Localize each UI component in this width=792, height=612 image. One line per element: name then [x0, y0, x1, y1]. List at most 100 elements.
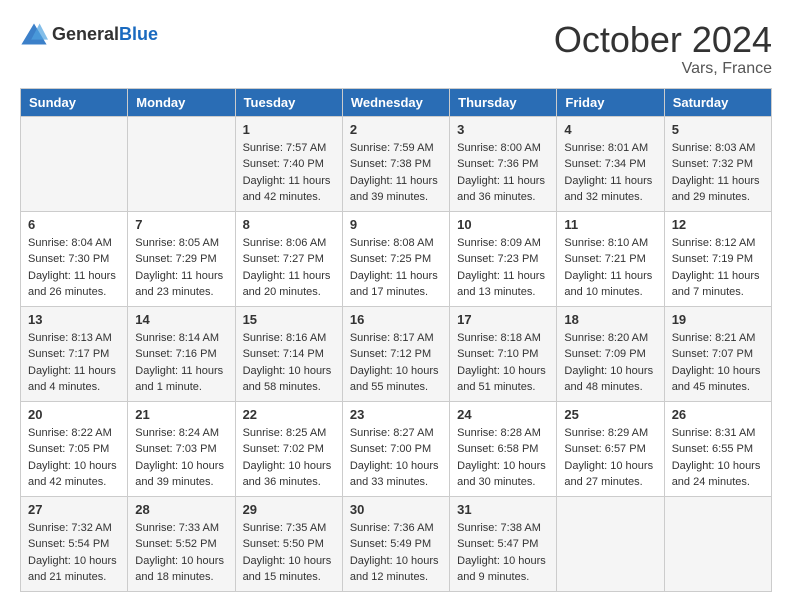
day-info: Sunrise: 8:10 AMSunset: 7:21 PMDaylight:… — [564, 235, 656, 301]
calendar-cell — [128, 116, 235, 211]
day-number: 29 — [243, 502, 335, 517]
day-number: 12 — [672, 217, 764, 232]
day-info: Sunrise: 8:17 AMSunset: 7:12 PMDaylight:… — [350, 330, 442, 396]
weekday-header: Monday — [128, 88, 235, 116]
day-number: 2 — [350, 122, 442, 137]
calendar-cell: 7 Sunrise: 8:05 AMSunset: 7:29 PMDayligh… — [128, 211, 235, 306]
calendar-cell: 31 Sunrise: 7:38 AMSunset: 5:47 PMDaylig… — [450, 496, 557, 591]
calendar-cell: 18 Sunrise: 8:20 AMSunset: 7:09 PMDaylig… — [557, 306, 664, 401]
day-info: Sunrise: 8:00 AMSunset: 7:36 PMDaylight:… — [457, 140, 549, 206]
day-info: Sunrise: 8:09 AMSunset: 7:23 PMDaylight:… — [457, 235, 549, 301]
calendar-cell: 16 Sunrise: 8:17 AMSunset: 7:12 PMDaylig… — [342, 306, 449, 401]
day-info: Sunrise: 8:25 AMSunset: 7:02 PMDaylight:… — [243, 425, 335, 491]
logo-text: GeneralBlue — [52, 24, 158, 45]
day-info: Sunrise: 8:04 AMSunset: 7:30 PMDaylight:… — [28, 235, 120, 301]
day-info: Sunrise: 8:21 AMSunset: 7:07 PMDaylight:… — [672, 330, 764, 396]
day-info: Sunrise: 7:35 AMSunset: 5:50 PMDaylight:… — [243, 520, 335, 586]
day-number: 24 — [457, 407, 549, 422]
day-info: Sunrise: 7:36 AMSunset: 5:49 PMDaylight:… — [350, 520, 442, 586]
calendar-cell: 4 Sunrise: 8:01 AMSunset: 7:34 PMDayligh… — [557, 116, 664, 211]
day-number: 7 — [135, 217, 227, 232]
day-info: Sunrise: 8:14 AMSunset: 7:16 PMDaylight:… — [135, 330, 227, 396]
day-number: 17 — [457, 312, 549, 327]
day-number: 9 — [350, 217, 442, 232]
weekday-header: Friday — [557, 88, 664, 116]
day-info: Sunrise: 7:59 AMSunset: 7:38 PMDaylight:… — [350, 140, 442, 206]
calendar-cell — [21, 116, 128, 211]
day-number: 4 — [564, 122, 656, 137]
logo-general: General — [52, 24, 119, 44]
day-number: 18 — [564, 312, 656, 327]
location: Vars, France — [554, 60, 772, 78]
page-header: GeneralBlue October 2024 Vars, France — [20, 20, 772, 78]
calendar-cell: 24 Sunrise: 8:28 AMSunset: 6:58 PMDaylig… — [450, 401, 557, 496]
day-number: 21 — [135, 407, 227, 422]
calendar-cell: 10 Sunrise: 8:09 AMSunset: 7:23 PMDaylig… — [450, 211, 557, 306]
calendar-cell: 25 Sunrise: 8:29 AMSunset: 6:57 PMDaylig… — [557, 401, 664, 496]
calendar-week-row: 20 Sunrise: 8:22 AMSunset: 7:05 PMDaylig… — [21, 401, 772, 496]
day-info: Sunrise: 8:08 AMSunset: 7:25 PMDaylight:… — [350, 235, 442, 301]
calendar-cell: 28 Sunrise: 7:33 AMSunset: 5:52 PMDaylig… — [128, 496, 235, 591]
calendar-cell: 8 Sunrise: 8:06 AMSunset: 7:27 PMDayligh… — [235, 211, 342, 306]
day-info: Sunrise: 8:12 AMSunset: 7:19 PMDaylight:… — [672, 235, 764, 301]
day-info: Sunrise: 8:22 AMSunset: 7:05 PMDaylight:… — [28, 425, 120, 491]
calendar-cell: 6 Sunrise: 8:04 AMSunset: 7:30 PMDayligh… — [21, 211, 128, 306]
calendar-cell: 9 Sunrise: 8:08 AMSunset: 7:25 PMDayligh… — [342, 211, 449, 306]
day-number: 31 — [457, 502, 549, 517]
title-block: October 2024 Vars, France — [554, 20, 772, 78]
calendar-cell: 30 Sunrise: 7:36 AMSunset: 5:49 PMDaylig… — [342, 496, 449, 591]
calendar-cell: 27 Sunrise: 7:32 AMSunset: 5:54 PMDaylig… — [21, 496, 128, 591]
calendar-cell: 3 Sunrise: 8:00 AMSunset: 7:36 PMDayligh… — [450, 116, 557, 211]
day-info: Sunrise: 7:32 AMSunset: 5:54 PMDaylight:… — [28, 520, 120, 586]
weekday-header-row: SundayMondayTuesdayWednesdayThursdayFrid… — [21, 88, 772, 116]
day-number: 19 — [672, 312, 764, 327]
weekday-header: Tuesday — [235, 88, 342, 116]
day-info: Sunrise: 8:28 AMSunset: 6:58 PMDaylight:… — [457, 425, 549, 491]
day-info: Sunrise: 8:01 AMSunset: 7:34 PMDaylight:… — [564, 140, 656, 206]
calendar-cell: 22 Sunrise: 8:25 AMSunset: 7:02 PMDaylig… — [235, 401, 342, 496]
weekday-header: Saturday — [664, 88, 771, 116]
logo-icon — [20, 20, 48, 48]
calendar-week-row: 1 Sunrise: 7:57 AMSunset: 7:40 PMDayligh… — [21, 116, 772, 211]
day-info: Sunrise: 8:03 AMSunset: 7:32 PMDaylight:… — [672, 140, 764, 206]
calendar-cell: 19 Sunrise: 8:21 AMSunset: 7:07 PMDaylig… — [664, 306, 771, 401]
day-number: 27 — [28, 502, 120, 517]
calendar-cell: 14 Sunrise: 8:14 AMSunset: 7:16 PMDaylig… — [128, 306, 235, 401]
weekday-header: Thursday — [450, 88, 557, 116]
day-info: Sunrise: 8:05 AMSunset: 7:29 PMDaylight:… — [135, 235, 227, 301]
day-info: Sunrise: 8:16 AMSunset: 7:14 PMDaylight:… — [243, 330, 335, 396]
day-number: 25 — [564, 407, 656, 422]
calendar-cell: 20 Sunrise: 8:22 AMSunset: 7:05 PMDaylig… — [21, 401, 128, 496]
day-info: Sunrise: 7:57 AMSunset: 7:40 PMDaylight:… — [243, 140, 335, 206]
calendar-cell: 2 Sunrise: 7:59 AMSunset: 7:38 PMDayligh… — [342, 116, 449, 211]
calendar-cell: 15 Sunrise: 8:16 AMSunset: 7:14 PMDaylig… — [235, 306, 342, 401]
day-number: 30 — [350, 502, 442, 517]
day-number: 6 — [28, 217, 120, 232]
calendar-cell: 11 Sunrise: 8:10 AMSunset: 7:21 PMDaylig… — [557, 211, 664, 306]
calendar-cell: 26 Sunrise: 8:31 AMSunset: 6:55 PMDaylig… — [664, 401, 771, 496]
day-info: Sunrise: 8:29 AMSunset: 6:57 PMDaylight:… — [564, 425, 656, 491]
day-number: 23 — [350, 407, 442, 422]
calendar-cell: 21 Sunrise: 8:24 AMSunset: 7:03 PMDaylig… — [128, 401, 235, 496]
day-info: Sunrise: 8:27 AMSunset: 7:00 PMDaylight:… — [350, 425, 442, 491]
day-number: 11 — [564, 217, 656, 232]
calendar-week-row: 6 Sunrise: 8:04 AMSunset: 7:30 PMDayligh… — [21, 211, 772, 306]
day-info: Sunrise: 8:18 AMSunset: 7:10 PMDaylight:… — [457, 330, 549, 396]
day-info: Sunrise: 8:13 AMSunset: 7:17 PMDaylight:… — [28, 330, 120, 396]
logo: GeneralBlue — [20, 20, 158, 48]
calendar-week-row: 13 Sunrise: 8:13 AMSunset: 7:17 PMDaylig… — [21, 306, 772, 401]
day-number: 28 — [135, 502, 227, 517]
calendar-cell — [557, 496, 664, 591]
day-number: 22 — [243, 407, 335, 422]
day-info: Sunrise: 8:20 AMSunset: 7:09 PMDaylight:… — [564, 330, 656, 396]
day-number: 14 — [135, 312, 227, 327]
calendar-cell: 5 Sunrise: 8:03 AMSunset: 7:32 PMDayligh… — [664, 116, 771, 211]
calendar-cell — [664, 496, 771, 591]
day-info: Sunrise: 8:06 AMSunset: 7:27 PMDaylight:… — [243, 235, 335, 301]
calendar-cell: 12 Sunrise: 8:12 AMSunset: 7:19 PMDaylig… — [664, 211, 771, 306]
day-info: Sunrise: 8:24 AMSunset: 7:03 PMDaylight:… — [135, 425, 227, 491]
day-number: 5 — [672, 122, 764, 137]
calendar-cell: 13 Sunrise: 8:13 AMSunset: 7:17 PMDaylig… — [21, 306, 128, 401]
day-number: 16 — [350, 312, 442, 327]
day-number: 3 — [457, 122, 549, 137]
